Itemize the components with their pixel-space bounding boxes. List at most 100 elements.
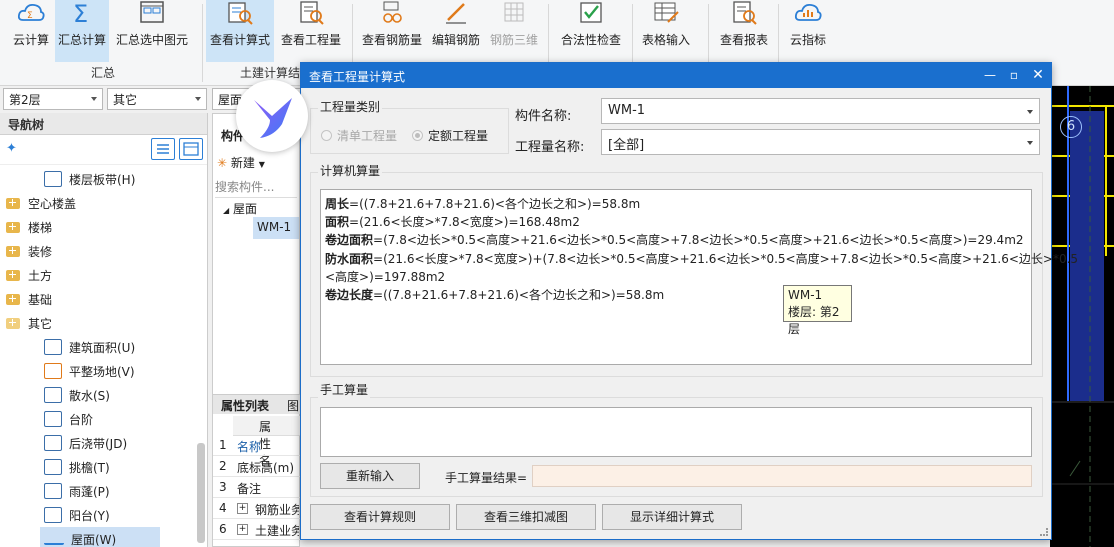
props-row[interactable]: 2 底标高(m): [213, 457, 301, 477]
nav-item-label: 空心楼盖: [28, 196, 77, 211]
nav-item-label: 雨蓬(P): [69, 484, 110, 499]
grid-view-icon[interactable]: [179, 138, 203, 160]
table-input-button[interactable]: 表格输入: [638, 0, 694, 62]
props-row[interactable]: 3 备注: [213, 478, 301, 498]
roof-icon: [44, 533, 64, 545]
sigma-icon: Σ: [73, 0, 88, 26]
expand-plus-icon[interactable]: +: [237, 524, 248, 535]
manual-quantity-textarea[interactable]: [320, 407, 1032, 457]
app-logo-icon: [236, 80, 308, 152]
nav-tree-toolbar: ✦: [0, 135, 207, 165]
view-calc-rules-button[interactable]: 查看计算规则: [310, 504, 450, 530]
nav-item-decoration[interactable]: 装修: [0, 239, 206, 263]
nav-item-hollow-floor[interactable]: 空心楼盖: [0, 191, 206, 215]
nav-item-post-pour-strip[interactable]: 后浇带(JD): [0, 431, 206, 455]
nav-item-balcony[interactable]: 阳台(Y): [0, 503, 206, 527]
nav-item-roof[interactable]: 屋面(W): [40, 527, 160, 547]
close-icon[interactable]: ✕: [1027, 66, 1049, 84]
minimize-icon[interactable]: —: [979, 66, 1001, 84]
nav-item-eave[interactable]: 挑檐(T): [0, 455, 206, 479]
new-component-button[interactable]: ✳ 新建 ▼: [217, 154, 265, 171]
tree-root-roof[interactable]: ◢ 屋面: [223, 200, 257, 217]
floor-strip-icon: [44, 171, 62, 187]
drawing-canvas[interactable]: 6: [1050, 86, 1114, 547]
props-row[interactable]: 6 + 土建业务: [213, 520, 301, 540]
formula-name: 卷边长度: [325, 288, 374, 303]
quantity-name-select[interactable]: [全部]: [601, 129, 1040, 155]
view-formula-icon: [228, 2, 253, 25]
props-row-name: 钢筋业务: [255, 503, 299, 517]
reinput-button[interactable]: 重新输入: [320, 463, 420, 489]
view-formula-button[interactable]: 查看计算式: [206, 0, 274, 62]
folder-icon: [6, 293, 20, 305]
summary-calc-button[interactable]: Σ 汇总计算: [55, 0, 109, 62]
cloud-calc-button[interactable]: Σ 云计算: [8, 0, 54, 62]
table-input-icon: [654, 2, 679, 23]
computed-formula-textarea[interactable]: 周长=((7.8+21.6+7.8+21.6)<各个边长之和>)=58.8m 面…: [320, 189, 1078, 365]
component-search-input[interactable]: 搜索构件...: [215, 178, 297, 198]
props-tab[interactable]: 属性列表: [221, 397, 269, 414]
nav-item-label: 台阶: [69, 412, 94, 427]
props-row-name: 备注: [237, 482, 262, 496]
floor-selector-value: 第2层: [9, 93, 41, 107]
folder-icon: [6, 245, 20, 257]
props-tab-2[interactable]: 图: [287, 397, 299, 414]
sparkle-icon[interactable]: ✦: [6, 141, 17, 156]
view-report-icon: [733, 1, 757, 25]
category-selector-value: 其它: [113, 93, 138, 107]
formula-line: 卷边面积=(7.8<边长>*0.5<高度>+21.6<边长>*0.5<高度>+7…: [325, 231, 1027, 249]
dialog-title-bar[interactable]: 查看工程量计算式 — ▫ ✕: [301, 63, 1051, 88]
tree-item-wm1[interactable]: WM-1: [253, 217, 299, 239]
formula-line: 面积=(21.6<长度>*7.8<宽度>)=168.48m2: [325, 213, 1027, 231]
nav-item-label: 平整场地(V): [69, 364, 135, 379]
view-report-button[interactable]: 查看报表: [716, 0, 772, 62]
show-detailed-formula-button[interactable]: 显示详细计算式: [602, 504, 742, 530]
formula-line: 卷边长度=((7.8+21.6+7.8+21.6)<各个边长之和>)=58.8m: [325, 286, 1027, 304]
props-row[interactable]: 1 名称: [213, 436, 301, 456]
nav-item-label: 阳台(Y): [69, 508, 110, 523]
cloud-index-button[interactable]: 云指标: [784, 0, 832, 62]
nav-item-apron[interactable]: 散水(S): [0, 383, 206, 407]
expand-triangle-icon[interactable]: ◢: [223, 206, 229, 215]
summary-calc-label: 汇总计算: [57, 33, 106, 47]
formula-line: 防水面积=(21.6<长度>*7.8<宽度>)+(7.8<边长>*0.5<高度>…: [325, 250, 1078, 268]
nav-item-floor-strip[interactable]: 楼层板带(H): [0, 167, 206, 191]
radio-quota-quantity[interactable]: 定额工程量: [412, 127, 488, 144]
floor-selector[interactable]: 第2层: [3, 88, 103, 110]
formula-expr: =(7.8<边长>*0.5<高度>+21.6<边长>*0.5<高度>+7.8<边…: [373, 233, 1024, 248]
tooltip-line-2: 楼层: 第2层: [788, 305, 840, 336]
dialog-title: 查看工程量计算式: [309, 70, 406, 84]
nav-item-steps[interactable]: 台阶: [0, 407, 206, 431]
nav-item-building-area[interactable]: 建筑面积(U): [0, 335, 206, 359]
nav-item-canopy[interactable]: 雨蓬(P): [0, 479, 206, 503]
category-selector[interactable]: 其它: [107, 88, 207, 110]
view-rebar-button[interactable]: 查看钢筋量: [360, 0, 424, 62]
rebar-3d-button[interactable]: 钢筋三维: [488, 0, 540, 62]
props-row[interactable]: 4 + 钢筋业务: [213, 499, 301, 519]
maximize-icon[interactable]: ▫: [1003, 66, 1025, 84]
nav-scrollbar[interactable]: [197, 443, 205, 543]
nav-item-stairs[interactable]: 楼梯: [0, 215, 206, 239]
nav-item-site-leveling[interactable]: 平整场地(V): [0, 359, 206, 383]
nav-item-other[interactable]: 其它: [0, 311, 206, 335]
resize-grip-icon[interactable]: [1040, 528, 1048, 536]
list-view-icon[interactable]: [151, 138, 175, 160]
summary-selected-button[interactable]: 汇总选中图元: [112, 0, 192, 62]
formula-expr: =(21.6<长度>*7.8<宽度>)=168.48m2: [349, 215, 580, 230]
edit-rebar-button[interactable]: 编辑钢筋: [428, 0, 484, 62]
view-3d-deduction-button[interactable]: 查看三维扣减图: [456, 504, 596, 530]
props-header-bar: 属性列表 图: [213, 394, 301, 414]
chevron-down-icon: [91, 97, 97, 101]
nav-item-foundation[interactable]: 基础: [0, 287, 206, 311]
nav-item-earthwork[interactable]: 土方: [0, 263, 206, 287]
view-quantity-button[interactable]: 查看工程量: [277, 0, 345, 62]
nav-item-label: 其它: [28, 316, 53, 331]
folder-icon: [6, 221, 20, 233]
validity-check-button[interactable]: 合法性检查: [556, 0, 626, 62]
manual-quantity-legend: 手工算量: [318, 381, 371, 398]
ribbon-separator: [202, 4, 203, 82]
component-name-select[interactable]: WM-1: [601, 98, 1040, 124]
radio-list-quantity[interactable]: 清单工程量: [321, 127, 397, 144]
expand-plus-icon[interactable]: +: [237, 503, 248, 514]
props-row-name: 底标高(m): [237, 461, 295, 475]
